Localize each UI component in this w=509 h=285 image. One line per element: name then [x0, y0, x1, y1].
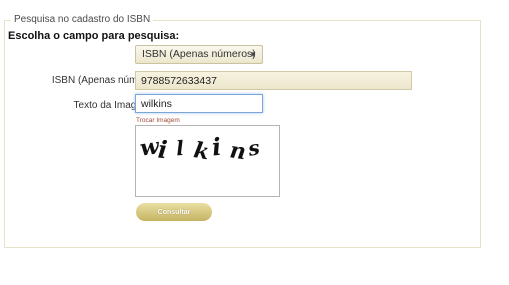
fieldset-legend: Pesquisa no cadastro do ISBN	[11, 13, 154, 27]
captcha-letter: i	[210, 132, 222, 162]
search-field-select[interactable]: ISBN (Apenas números) ▼	[135, 45, 263, 64]
change-image-link[interactable]: Trocar Imagem	[136, 117, 180, 124]
chevron-down-icon: ▼	[249, 50, 257, 59]
choose-field-heading: Escolha o campo para pesquisa:	[8, 30, 180, 42]
captcha-letter: k	[192, 137, 212, 165]
captcha-letter: l	[175, 136, 185, 160]
captcha-letter: i	[157, 134, 169, 164]
select-value: ISBN (Apenas números)	[142, 48, 256, 60]
captcha-image: wilkins	[135, 125, 280, 197]
page: Pesquisa no cadastro do ISBN Escolha o c…	[0, 0, 509, 285]
captcha-letter: n	[228, 137, 247, 165]
captcha-letter: s	[245, 135, 261, 161]
consultar-button[interactable]: Consultar	[136, 203, 212, 221]
captcha-graphic: wi l k i ns	[138, 132, 261, 166]
isbn-input[interactable]	[135, 71, 412, 90]
captcha-input[interactable]	[135, 94, 263, 113]
